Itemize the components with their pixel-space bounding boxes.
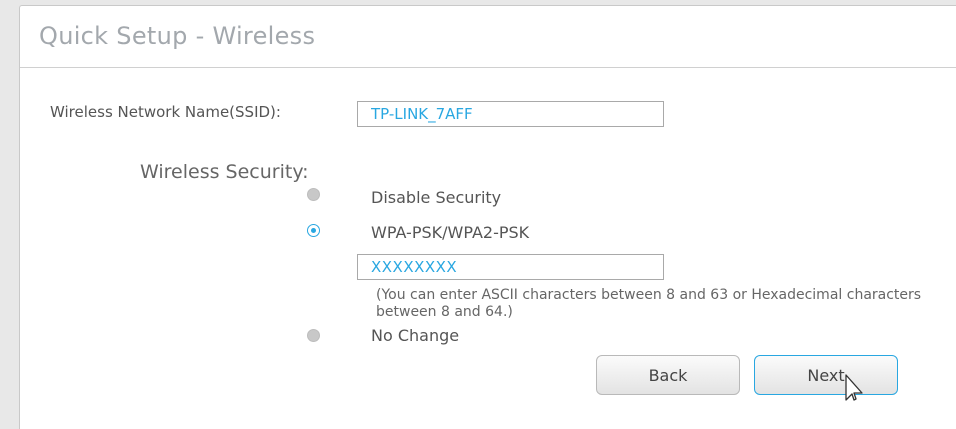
mouse-pointer-icon xyxy=(845,374,863,401)
no-change-label: No Change xyxy=(371,326,460,345)
ssid-label: Wireless Network Name(SSID): xyxy=(50,103,281,121)
password-input[interactable] xyxy=(357,254,664,280)
no-change-radio[interactable] xyxy=(307,329,320,342)
wpa-psk-radio[interactable] xyxy=(307,224,320,237)
back-button[interactable]: Back xyxy=(596,355,740,395)
quick-setup-panel: Quick Setup - Wireless Wireless Network … xyxy=(19,5,956,429)
wpa-psk-label: WPA-PSK/WPA2-PSK xyxy=(371,223,530,242)
disable-security-label: Disable Security xyxy=(371,188,502,207)
ssid-input[interactable] xyxy=(357,101,664,127)
disable-security-radio[interactable] xyxy=(307,188,320,201)
page-title: Quick Setup - Wireless xyxy=(39,22,316,50)
wireless-security-label: Wireless Security: xyxy=(140,161,309,183)
password-hint: (You can enter ASCII characters between … xyxy=(376,287,922,320)
next-button[interactable]: Next xyxy=(754,355,898,395)
title-bar: Quick Setup - Wireless xyxy=(20,6,956,68)
